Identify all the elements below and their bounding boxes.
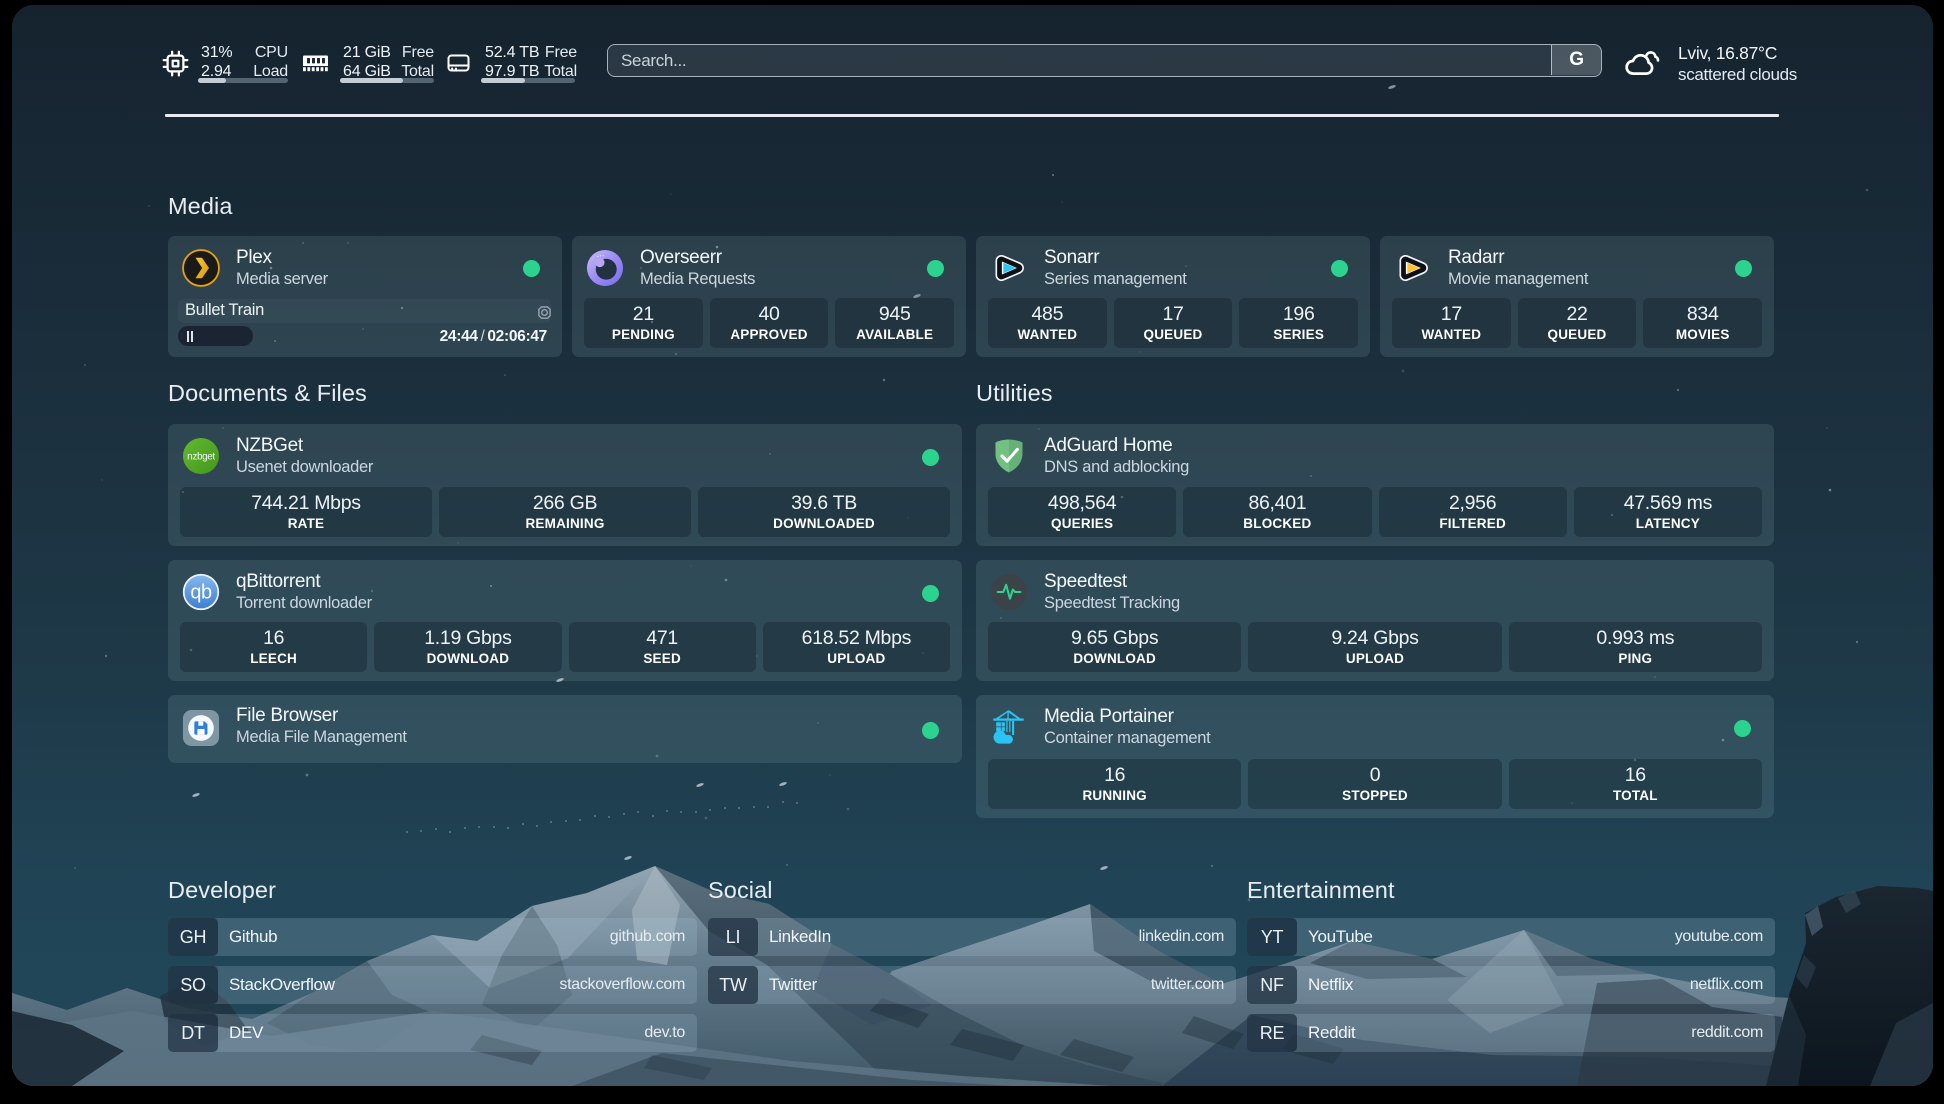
svg-text:nzbget: nzbget — [187, 451, 215, 462]
svg-text:qb: qb — [190, 582, 212, 604]
